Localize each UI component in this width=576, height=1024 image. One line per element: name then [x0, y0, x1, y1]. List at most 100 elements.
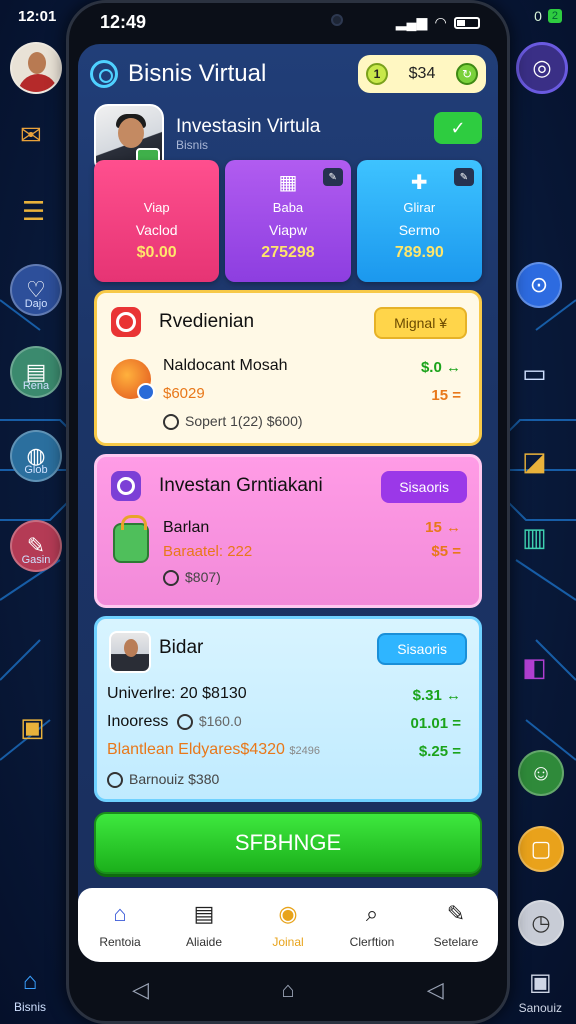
home-icon[interactable]: ⌂	[281, 977, 294, 1003]
app-title: Bisnis Virtual	[128, 60, 267, 87]
location-icon: ⊙	[516, 262, 562, 308]
book-icon[interactable]: ▥	[522, 522, 547, 553]
investment-card-1[interactable]: Rvedienian Mignal ¥ Naldocant Mosah $602…	[94, 290, 482, 446]
card-action-button[interactable]: Sisaoris	[377, 633, 467, 665]
item-note-text: Sopert 1(22) $600)	[185, 413, 303, 429]
stat-value: 275298	[261, 244, 315, 261]
cart-icon[interactable]: ▣	[20, 712, 45, 743]
item-name: Barlan	[163, 519, 210, 536]
card-title: Rvedienian	[159, 311, 255, 332]
tools-icon: ✎	[446, 901, 466, 926]
row-label: Blantlean Eldyares$4320	[107, 741, 285, 758]
user-avatar-icon: ☺	[518, 750, 564, 796]
side-label: Dajo	[24, 298, 48, 310]
user-avatar-icon	[10, 42, 62, 94]
stat-value: 789.90	[394, 244, 444, 261]
nav-item-home[interactable]: ⌂ Rentoia	[78, 888, 162, 962]
item-note-text: $807)	[185, 569, 221, 585]
stat-unit: Sermo	[398, 222, 440, 238]
nav-item-aliaide[interactable]: ▤ Aliaide	[162, 888, 246, 962]
left-avatar[interactable]	[10, 42, 62, 94]
stat-label: Baba	[272, 200, 304, 215]
right-location[interactable]: ⊙	[516, 262, 562, 308]
stat-value: $0.00	[136, 244, 177, 261]
app-screen: Bisnis Virtual 1 $34 ↻ Investasin Virtul…	[78, 44, 498, 962]
row-label: Inooress	[107, 713, 169, 730]
investment-row-2: Inooress $160.0	[107, 713, 242, 731]
row-amount-2: 01.01 =	[410, 715, 461, 732]
stat-card-1[interactable]: Viap Vaclod $0.00	[94, 160, 220, 282]
outer-nav-save[interactable]: ▣ Sanouiz	[519, 968, 562, 1015]
gauge-icon	[176, 713, 193, 730]
shopping-bag-icon	[113, 515, 149, 563]
side-item-gasin[interactable]: ✎ Gasin	[10, 520, 62, 572]
app-header: Bisnis Virtual 1 $34 ↻	[90, 54, 486, 94]
back-icon[interactable]: ◁	[132, 977, 149, 1003]
card-action-button[interactable]: Mignal ¥	[374, 307, 467, 339]
confirm-button[interactable]: ✓	[434, 112, 482, 144]
item-note: $807)	[163, 569, 221, 587]
side-item-dajo[interactable]: ♡ Dajo	[10, 264, 62, 316]
edit-icon[interactable]: ✎	[322, 168, 343, 186]
gauge-icon	[107, 772, 123, 789]
item-price: Baraatel: 222	[163, 543, 253, 560]
gamepad-icon[interactable]: ◧	[522, 652, 547, 683]
investment-card-2[interactable]: Investan Grntiakani Sisaoris Barlan Bara…	[94, 454, 482, 608]
nav-item-joinal[interactable]: ◉ Joinal	[246, 888, 330, 962]
investment-card-3[interactable]: Bidar Sisaoris Univerlre: 20 $8130 Inoor…	[94, 616, 482, 802]
outer-nav-bisnis[interactable]: ⌂ Bisnis	[14, 968, 46, 1014]
row-label: Univerlre: 20 $8130	[107, 685, 247, 702]
item-note: Sopert 1(22) $600)	[163, 413, 303, 431]
side-label: Rena	[22, 380, 50, 392]
gauge-icon	[163, 414, 179, 431]
nav-label: Clerftion	[349, 935, 395, 949]
clock-icon	[111, 471, 141, 501]
stack-icon[interactable]: ☰	[22, 196, 45, 227]
house-icon: ⌂	[22, 968, 38, 995]
mail-icon[interactable]: ✉	[20, 120, 42, 151]
save-icon: ▣	[528, 969, 552, 996]
card-action-button[interactable]: Sisaoris	[381, 471, 467, 503]
stats-row: Viap Vaclod $0.00 ▦ ✎ Baba Viapw 275298 …	[94, 160, 482, 282]
row-note: $2496	[289, 745, 320, 757]
coin-icon: 1	[366, 63, 388, 85]
signal-icon: ▂▄▆	[395, 14, 428, 30]
item-price: $6029	[163, 385, 205, 402]
nav-label: Rentoia	[99, 935, 141, 949]
battery-icon	[454, 16, 480, 29]
recents-icon[interactable]: ◁	[427, 977, 444, 1003]
house-icon: ⌂	[113, 901, 127, 926]
stat-label: Viap	[143, 200, 170, 215]
investor-avatar	[109, 631, 151, 673]
outer-status-text: 0	[534, 8, 542, 24]
stat-unit: Vaclod	[135, 222, 178, 238]
outer-battery-icon: 2	[547, 9, 562, 23]
chart-icon[interactable]: ◪	[522, 446, 547, 477]
stat-unit: Viapw	[269, 222, 307, 238]
coin-icon: ◉	[278, 901, 298, 926]
right-avatar[interactable]: ☺	[518, 750, 564, 796]
stat-card-2[interactable]: ▦ ✎ Baba Viapw 275298	[225, 160, 351, 282]
row-amount-3: $.25 =	[418, 743, 461, 760]
search-icon: ⌕	[365, 901, 379, 926]
right-bag[interactable]: ▢	[518, 826, 564, 872]
side-item-glob[interactable]: ◍ Glob	[10, 430, 62, 482]
outer-clock: 12:01	[18, 8, 57, 25]
add-coin-icon[interactable]: ↻	[455, 63, 478, 85]
edit-icon[interactable]: ✎	[453, 168, 474, 186]
profile-section: Investasin Virtula Bisnis ✓	[94, 104, 482, 174]
right-badge[interactable]: ◎	[516, 42, 568, 94]
side-item-rena[interactable]: ▤ Rena	[10, 346, 62, 398]
record-icon	[111, 307, 141, 337]
bag-icon: ▢	[518, 826, 564, 872]
bottom-nav: ⌂ Rentoia ▤ Aliaide ◉ Joinal ⌕ Clerftion…	[78, 888, 498, 962]
coin-balance[interactable]: 1 $34 ↻	[358, 55, 486, 93]
monitor-icon[interactable]: ▭	[522, 358, 547, 389]
right-timer[interactable]: ◷	[518, 900, 564, 946]
nav-item-setelare[interactable]: ✎ Setelare	[414, 888, 498, 962]
gauge-icon	[163, 570, 179, 587]
stat-card-3[interactable]: ✚ ✎ Glirar Sermo 789.90	[356, 160, 482, 282]
nav-item-clerftion[interactable]: ⌕ Clerftion	[330, 888, 414, 962]
card-footer: Barnouiz $380	[107, 771, 219, 789]
exchange-button[interactable]: SFBHNGE	[94, 812, 482, 874]
